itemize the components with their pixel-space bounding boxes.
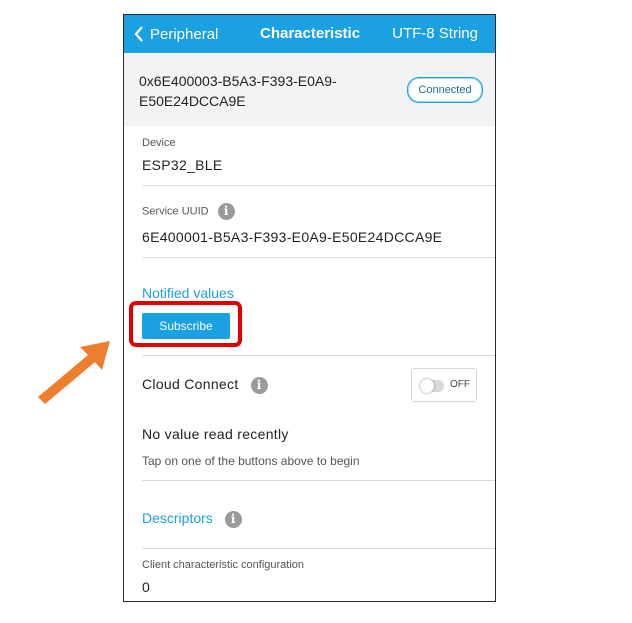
service-uuid-label-text: Service UUID — [142, 205, 209, 218]
divider — [142, 480, 495, 481]
divider — [142, 548, 495, 549]
read-status-hint: Tap on one of the buttons above to begin — [142, 454, 360, 468]
chevron-left-icon — [134, 26, 143, 42]
page-title: Characteristic — [260, 25, 361, 42]
arrow-icon — [38, 341, 110, 404]
divider — [142, 185, 495, 186]
service-uuid-value: 6E400001-B5A3-F393-E0A9-E50E24DCCA9E — [142, 229, 443, 245]
read-status-title: No value read recently — [142, 426, 289, 442]
toggle-track — [420, 379, 444, 393]
characteristic-header: 0x6E400003-B5A3-F393-E0A9-E50E24DCCA9E C… — [124, 53, 495, 126]
back-label: Peripheral — [150, 25, 219, 43]
descriptor-item-value: 0 — [142, 579, 151, 595]
descriptor-item-label: Client characteristic configuration — [142, 559, 305, 571]
characteristic-uuid: 0x6E400003-B5A3-F393-E0A9-E50E24DCCA9E — [139, 73, 337, 109]
info-icon[interactable]: i — [224, 510, 242, 528]
toggle-state: OFF — [450, 379, 470, 390]
status-badge: Connected — [407, 77, 483, 103]
info-icon[interactable]: i — [217, 203, 235, 220]
descriptors-title-text: Descriptors — [142, 510, 213, 526]
device-label: Device — [142, 137, 176, 149]
nav-bar: Peripheral Characteristic UTF-8 String — [124, 15, 495, 53]
divider — [142, 257, 495, 258]
divider — [142, 355, 495, 356]
notified-values-title: Notified values — [142, 285, 234, 301]
device-value: ESP32_BLE — [142, 157, 223, 173]
highlight-box — [129, 301, 242, 347]
format-button[interactable]: UTF-8 String — [392, 15, 478, 53]
cloud-connect-toggle[interactable]: OFF — [411, 368, 477, 402]
back-button[interactable]: Peripheral — [134, 15, 218, 53]
cloud-connect-text: Cloud Connect — [142, 376, 239, 392]
info-icon[interactable]: i — [250, 376, 268, 394]
descriptors-title: Descriptors i — [142, 510, 242, 528]
toggle-knob — [420, 379, 434, 393]
service-uuid-label: Service UUID i — [142, 203, 235, 220]
cloud-connect-label: Cloud Connect i — [142, 376, 268, 394]
